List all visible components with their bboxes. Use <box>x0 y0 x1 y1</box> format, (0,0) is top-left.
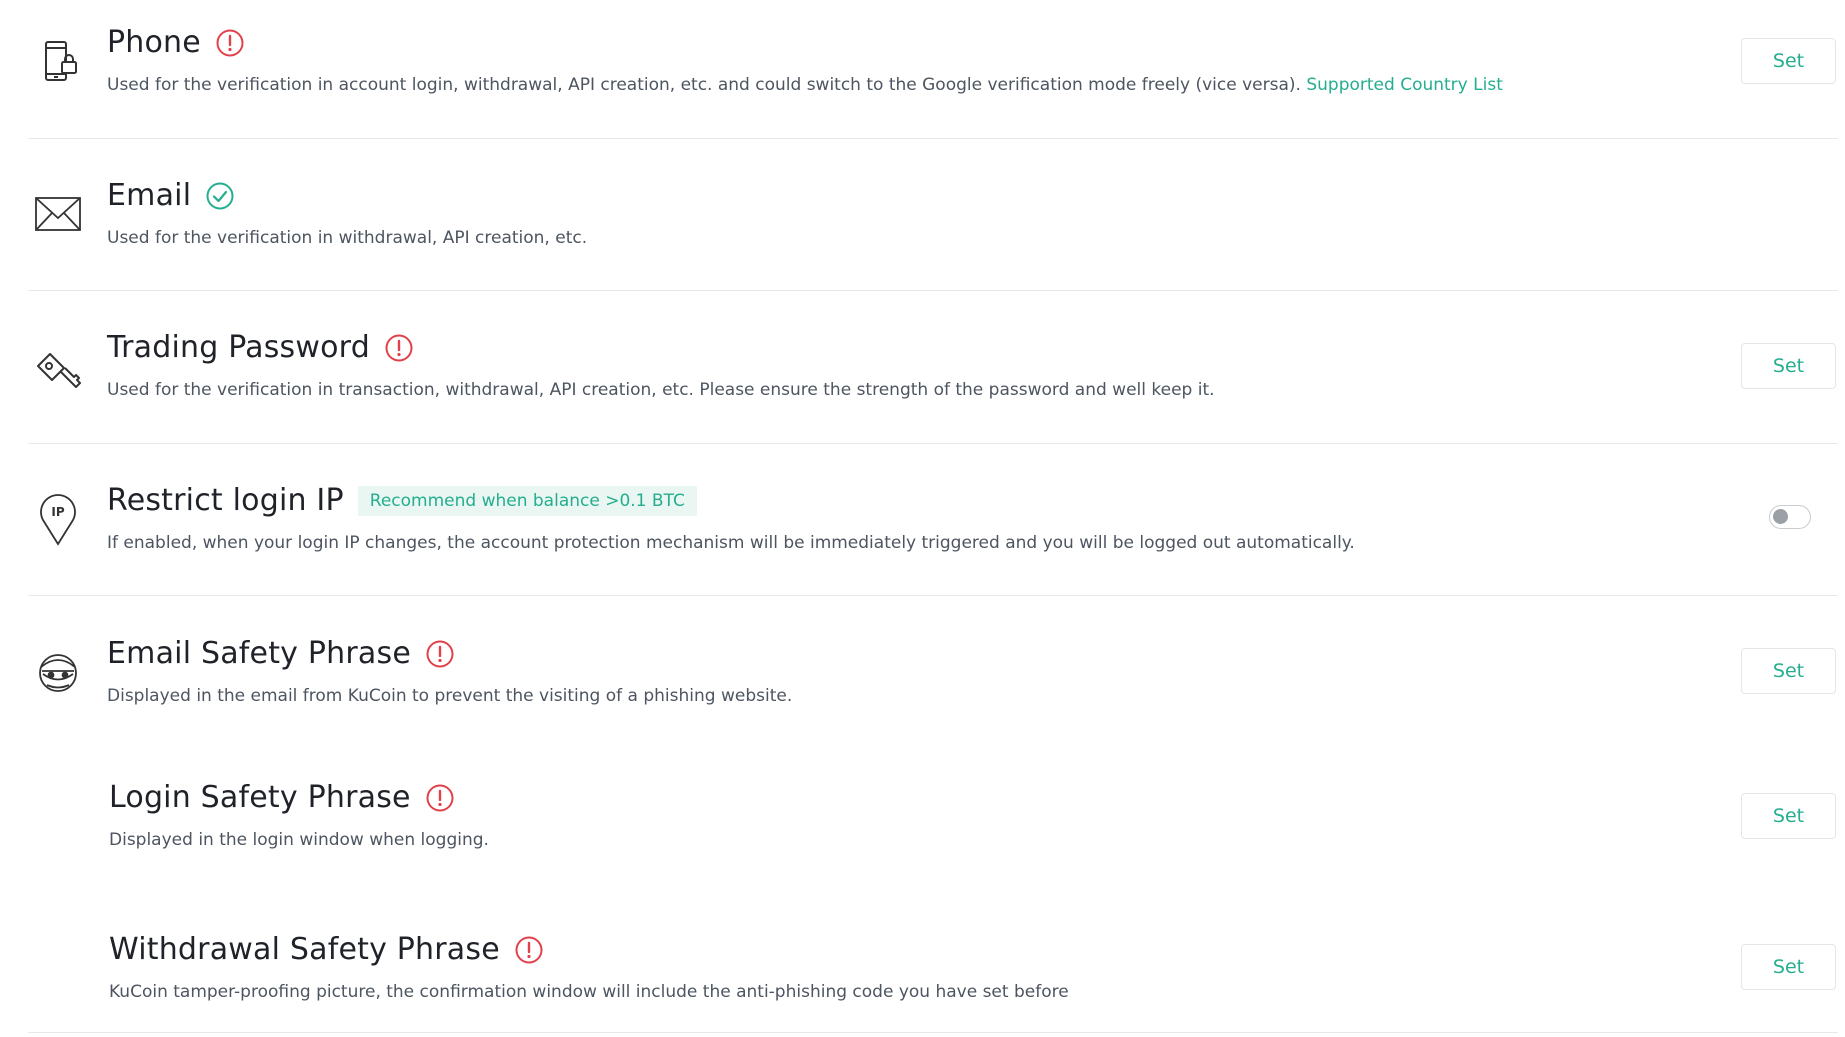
withdrawal-safety-phrase-title: Withdrawal Safety Phrase <box>109 932 500 967</box>
login-safety-phrase-set-button[interactable]: Set <box>1741 793 1836 839</box>
verified-check-icon <box>205 181 235 211</box>
key-icon <box>28 336 88 396</box>
trading-password-description: Used for the verification in transaction… <box>107 380 1215 400</box>
email-title: Email <box>107 178 192 213</box>
phone-lock-icon <box>28 32 88 92</box>
trading-password-title-row: Trading Password <box>107 330 414 365</box>
email-title-row: Email <box>107 178 235 213</box>
masked-thief-icon <box>28 641 88 701</box>
trading-password-set-button[interactable]: Set <box>1741 343 1836 389</box>
phone-description: Used for the verification in account log… <box>107 75 1503 95</box>
phone-title-row: Phone <box>107 25 245 60</box>
warning-icon <box>384 333 414 363</box>
login-safety-phrase-title-row: Login Safety Phrase <box>109 780 455 815</box>
phone-title: Phone <box>107 25 201 60</box>
email-description: Used for the verification in withdrawal,… <box>107 228 588 248</box>
warning-icon <box>215 28 245 58</box>
withdrawal-safety-phrase-set-button[interactable]: Set <box>1741 944 1836 990</box>
trading-password-title: Trading Password <box>107 330 370 365</box>
divider <box>28 1032 1838 1033</box>
restrict-ip-description: If enabled, when your login IP changes, … <box>107 533 1355 553</box>
email-safety-phrase-title-row: Email Safety Phrase <box>107 636 455 671</box>
restrict-ip-title-row: Restrict login IP Recommend when balance… <box>107 483 697 518</box>
ip-location-pin-icon: IP <box>28 488 88 548</box>
login-safety-phrase-description: Displayed in the login window when loggi… <box>109 830 489 850</box>
warning-icon <box>514 935 544 965</box>
restrict-ip-toggle[interactable] <box>1769 505 1811 529</box>
warning-icon <box>425 639 455 669</box>
svg-text:IP: IP <box>51 505 64 519</box>
recommendation-badge: Recommend when balance >0.1 BTC <box>357 485 697 516</box>
envelope-icon <box>28 184 88 244</box>
supported-country-list-link[interactable]: Supported Country List <box>1306 75 1503 95</box>
divider <box>28 138 1838 139</box>
phone-description-text: Used for the verification in account log… <box>107 75 1301 95</box>
email-safety-phrase-set-button[interactable]: Set <box>1741 648 1836 694</box>
warning-icon <box>425 783 455 813</box>
phone-set-button[interactable]: Set <box>1741 38 1836 84</box>
email-safety-phrase-description: Displayed in the email from KuCoin to pr… <box>107 686 793 706</box>
withdrawal-safety-phrase-title-row: Withdrawal Safety Phrase <box>109 932 544 967</box>
divider <box>28 443 1838 444</box>
withdrawal-safety-phrase-description: KuCoin tamper-proofing picture, the conf… <box>109 982 1069 1002</box>
email-safety-phrase-title: Email Safety Phrase <box>107 636 411 671</box>
divider <box>28 595 1838 596</box>
divider <box>28 290 1838 291</box>
login-safety-phrase-title: Login Safety Phrase <box>109 780 411 815</box>
restrict-ip-title: Restrict login IP <box>107 483 344 518</box>
toggle-knob <box>1773 509 1788 524</box>
